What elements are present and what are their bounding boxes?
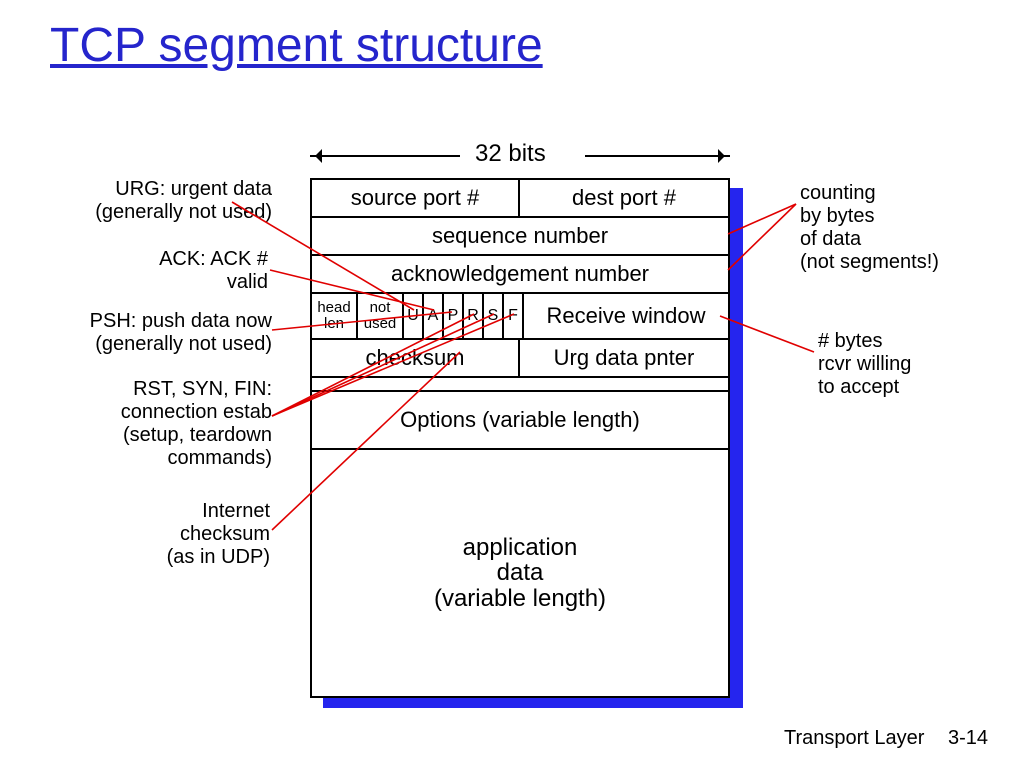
field-dest-port: dest port # xyxy=(520,180,728,216)
flag-psh: P xyxy=(444,294,464,338)
field-checksum: checksum xyxy=(312,340,520,376)
field-application-data: application data (variable length) xyxy=(312,450,728,696)
footer-chapter: Transport Layer xyxy=(784,727,924,749)
annotation-rst-syn-fin: RST, SYN, FIN: connection estab (setup, … xyxy=(60,378,272,470)
annotation-checksum: Internet checksum (as in UDP) xyxy=(100,500,270,569)
field-receive-window: Receive window xyxy=(524,294,728,338)
options-gap xyxy=(312,378,728,392)
field-options: Options (variable length) xyxy=(312,392,728,448)
field-urg-pointer: Urg data pnter xyxy=(520,340,728,376)
annotation-receive-window: # bytes rcvr willing to accept xyxy=(818,330,998,399)
slide-footer: Transport Layer 3-14 xyxy=(784,727,988,750)
flag-ack: A xyxy=(424,294,444,338)
flag-syn: S xyxy=(484,294,504,338)
bits-arrow-right-icon xyxy=(585,155,730,157)
field-sequence-number: sequence number xyxy=(312,218,728,254)
flag-urg: U xyxy=(404,294,424,338)
flag-fin: F xyxy=(504,294,524,338)
footer-page: 3-14 xyxy=(948,727,988,749)
tcp-segment-diagram: source port # dest port # sequence numbe… xyxy=(310,178,730,698)
flag-rst: R xyxy=(464,294,484,338)
annotation-urg: URG: urgent data (generally not used) xyxy=(22,178,272,224)
field-source-port: source port # xyxy=(312,180,520,216)
field-header-length: head len xyxy=(312,294,358,338)
annotation-ack: ACK: ACK # valid xyxy=(78,248,268,294)
bits-width-label: 32 bits xyxy=(475,140,546,168)
field-not-used: not used xyxy=(358,294,404,338)
bits-arrow-left-icon xyxy=(310,155,460,157)
annotation-psh: PSH: push data now (generally not used) xyxy=(12,310,272,356)
slide-title: TCP segment structure xyxy=(50,18,543,73)
annotation-counting-bytes: counting by bytes of data (not segments!… xyxy=(800,182,1000,274)
field-ack-number: acknowledgement number xyxy=(312,256,728,292)
